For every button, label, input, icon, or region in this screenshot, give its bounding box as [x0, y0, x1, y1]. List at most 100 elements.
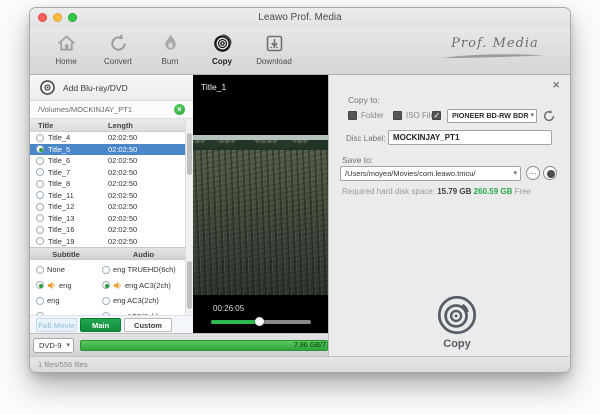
title-radio[interactable]	[36, 156, 44, 165]
tab-download[interactable]: Download	[248, 31, 300, 73]
title-radio[interactable]	[36, 191, 44, 200]
subtitle-audio-header: Subtitle Audio	[30, 247, 185, 260]
full-movie-button[interactable]: Full Movie	[36, 318, 77, 332]
copy-to-label: Copy to:	[348, 95, 380, 105]
title-radio[interactable]	[36, 202, 44, 211]
window-title: Leawo Prof. Media	[258, 12, 342, 23]
disc-label-input[interactable]	[388, 130, 552, 145]
tab-burn-label: Burn	[161, 57, 179, 66]
audio-option[interactable]: eng AC3(2ch)	[102, 278, 185, 294]
download-icon	[266, 35, 282, 52]
tab-copy-label: Copy	[212, 57, 232, 66]
title-radio[interactable]	[36, 145, 44, 154]
title-length: 02:02:50	[108, 190, 138, 200]
subtitle-option[interactable]: eng	[36, 278, 100, 294]
burner-device-select[interactable]: PIONEER BD-RW BDR ▾	[447, 109, 537, 123]
chevron-down-icon: ▾	[66, 342, 70, 349]
disc-type-select[interactable]: DVD-9 ▾	[33, 338, 74, 353]
seek-bar[interactable]	[211, 317, 311, 326]
subtitle-option-label: eng	[59, 280, 72, 290]
copy-button[interactable]: Copy	[418, 295, 496, 350]
save-path-select[interactable]: /Users/moyea/Movies/com.leawo.tmcu/ ▾	[340, 166, 521, 181]
scrollbar-thumb[interactable]	[187, 261, 192, 309]
subtitle-radio[interactable]	[36, 296, 44, 305]
tab-home[interactable]: Home	[40, 31, 92, 73]
tab-copy[interactable]: Copy	[196, 31, 248, 73]
titles-list: Title_4 02:02:50 Title_5 02:02:50 Title_…	[30, 132, 185, 247]
seek-handle[interactable]	[254, 317, 264, 326]
audio-radio[interactable]	[102, 265, 110, 274]
brand-logo-text: Prof. Media	[451, 36, 539, 51]
preview-title: Title_1	[201, 82, 227, 92]
table-row[interactable]: Title_13 02:02:50	[30, 213, 185, 225]
chevron-down-icon: ▾	[530, 112, 534, 119]
browse-button[interactable]: …	[526, 166, 540, 180]
title-radio[interactable]	[36, 225, 44, 234]
title-label: Title_4	[48, 133, 71, 143]
title-radio[interactable]	[36, 133, 44, 142]
audio-radio[interactable]	[102, 281, 110, 290]
audio-option-label: eng TRUEHD(6ch)	[113, 265, 176, 275]
copy-disc-icon	[213, 34, 232, 52]
title-radio[interactable]	[36, 214, 44, 223]
titles-scrollbar[interactable]	[185, 119, 193, 315]
table-row[interactable]: Title_4 02:02:50	[30, 132, 185, 144]
save-path-value: /Users/moyea/Movies/com.leawo.tmcu/	[345, 169, 476, 178]
copy-button-label: Copy	[443, 338, 471, 350]
subtitle-header: Subtitle	[52, 250, 80, 259]
subtitle-radio[interactable]	[36, 281, 44, 290]
tab-burn[interactable]: Burn	[144, 31, 196, 73]
custom-mode-button[interactable]: Custom Mode	[124, 318, 172, 343]
table-row[interactable]: Title_16 02:02:50	[30, 224, 185, 236]
capacity-bar: 7.90 GB/7	[80, 340, 328, 351]
add-bluray-dvd-button[interactable]: Add Blu-ray/DVD	[30, 75, 193, 101]
remove-source-icon[interactable]: ×	[174, 104, 185, 115]
subtitle-radio[interactable]	[36, 265, 44, 274]
required-space-value: 15.79 GB	[437, 187, 472, 196]
table-row[interactable]: Title_6 02:02:50	[30, 155, 185, 167]
speaker-icon	[113, 281, 121, 289]
title-length: 02:02:50	[108, 236, 138, 246]
table-row[interactable]: Title_11 02:02:50	[30, 190, 185, 202]
subtitle-option-label: eng	[47, 296, 60, 306]
column-length: Length	[108, 121, 133, 130]
audio-option[interactable]: eng AC3(2ch)	[102, 293, 185, 309]
title-label: Title_11	[48, 190, 74, 200]
capacity-text: 7.90 GB/7	[294, 342, 326, 349]
file-count-status: 1 files/556 files	[38, 360, 88, 369]
audio-option[interactable]: eng TRUEHD(6ch)	[102, 262, 185, 278]
titles-table-header: Title Length	[30, 119, 185, 132]
disc-type-value: DVD-9	[39, 341, 62, 350]
title-radio[interactable]	[36, 237, 44, 246]
open-folder-disc-button[interactable]	[543, 166, 557, 180]
burner-checkbox[interactable]	[432, 111, 441, 120]
save-to-label: Save to:	[342, 155, 374, 165]
tab-convert[interactable]: Convert	[92, 31, 144, 73]
audio-radio[interactable]	[102, 296, 110, 305]
subtitle-option-label: None	[47, 265, 65, 275]
title-label: Title_7	[48, 167, 71, 177]
seek-bar-fill	[211, 320, 259, 324]
folder-checkbox[interactable]	[348, 111, 357, 120]
title-radio[interactable]	[36, 179, 44, 188]
title-radio[interactable]	[36, 168, 44, 177]
title-label: Title_8	[48, 179, 71, 189]
subtitle-option[interactable]: None	[36, 262, 100, 278]
table-row[interactable]: Title_5 02:02:50	[30, 143, 185, 155]
table-row[interactable]: Title_8 02:02:50	[30, 178, 185, 190]
scrollbar-thumb[interactable]	[187, 133, 192, 175]
table-row[interactable]: Title_12 02:02:50	[30, 201, 185, 213]
disc-label-row: Disc Label:	[329, 130, 570, 146]
iso-file-label: ISO File	[406, 111, 435, 120]
chevron-down-icon: ▾	[513, 170, 517, 177]
table-row[interactable]: Title_7 02:02:50	[30, 167, 185, 179]
add-bluray-dvd-label: Add Blu-ray/DVD	[63, 82, 128, 93]
video-frame[interactable]	[193, 135, 328, 295]
table-row[interactable]: Title_19 02:02:50	[30, 236, 185, 248]
subtitle-option[interactable]: eng	[36, 293, 100, 309]
iso-file-checkbox[interactable]	[393, 111, 402, 120]
refresh-devices-button[interactable]	[542, 109, 556, 123]
burn-icon	[164, 34, 176, 50]
main-movie-button[interactable]: Main Movie	[80, 318, 121, 343]
panel-close-icon[interactable]: ×	[552, 77, 560, 92]
